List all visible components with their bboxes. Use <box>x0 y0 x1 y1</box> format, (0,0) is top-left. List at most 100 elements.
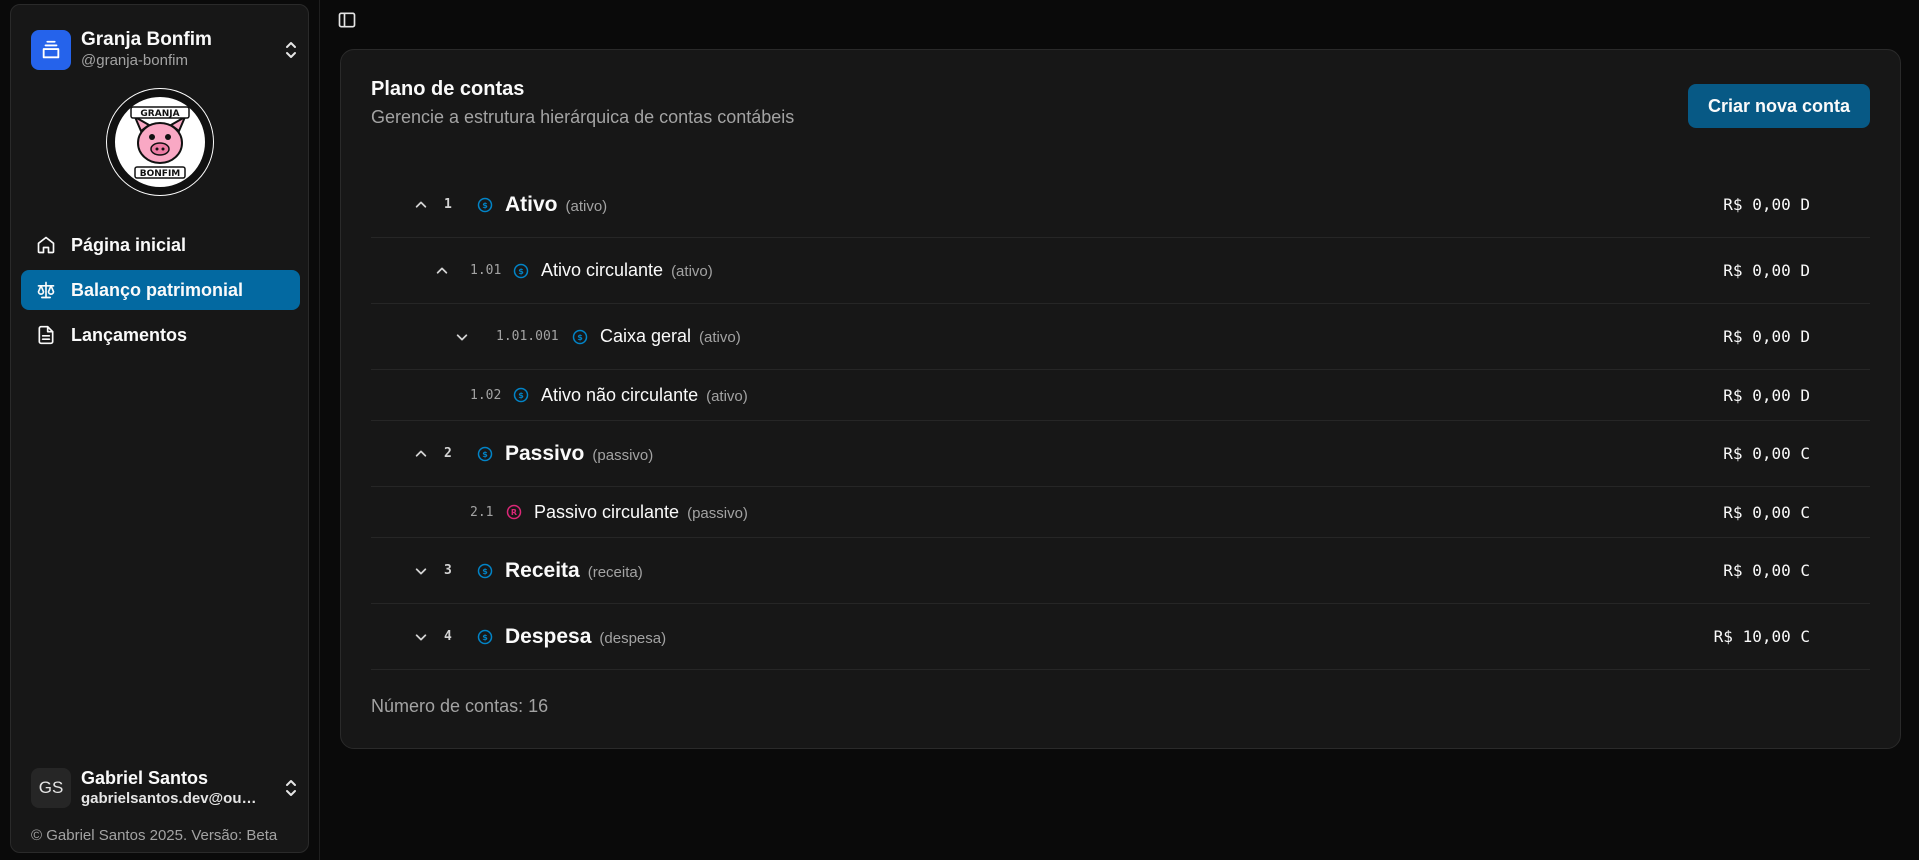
chevrons-up-down-icon[interactable] <box>281 38 301 62</box>
svg-text:$: $ <box>482 201 488 210</box>
svg-text:$: $ <box>482 633 488 642</box>
sidebar-toggle-icon[interactable] <box>337 10 359 32</box>
scale-icon <box>35 279 57 301</box>
account-type: (despesa) <box>599 629 667 647</box>
document-icon <box>35 324 57 346</box>
account-code: 1.01 <box>470 263 502 278</box>
account-name: Caixa geral (ativo) <box>600 326 741 347</box>
svg-text:R: R <box>511 508 517 517</box>
sidebar: Granja Bonfim @granja-bonfim GRANJA BONF… <box>10 4 309 853</box>
coin-icon: $ <box>513 387 529 403</box>
coin-icon: $ <box>513 263 529 279</box>
account-title: Passivo circulante <box>534 501 680 522</box>
nav-item-balance[interactable]: Balanço patrimonial <box>21 270 300 310</box>
svg-text:$: $ <box>482 567 488 576</box>
page-subtitle: Gerencie a estrutura hierárquica de cont… <box>371 107 795 127</box>
account-name: Ativo (ativo) <box>505 193 607 217</box>
account-row[interactable]: 3 $ Receita (receita) R$ 0,00 C <box>371 538 1870 604</box>
chevron-up-icon[interactable] <box>413 197 429 213</box>
avatar: GS <box>31 768 71 808</box>
svg-text:$: $ <box>518 391 524 400</box>
account-code: 1.01.001 <box>496 329 559 344</box>
user-email: gabrielsantos.dev@outlook.com <box>81 790 261 807</box>
chevron-down-icon[interactable] <box>454 329 470 345</box>
logo-bottom-text: BONFIM <box>140 169 181 179</box>
account-code: 3 <box>444 563 452 578</box>
user-menu[interactable]: GS Gabriel Santos gabrielsantos.dev@outl… <box>31 761 301 815</box>
footer-text: © Gabriel Santos 2025. Versão: Beta <box>31 827 278 844</box>
account-type: (passivo) <box>592 446 654 464</box>
coin-icon: $ <box>477 446 493 462</box>
logo-top-text: GRANJA <box>140 109 179 119</box>
org-icon <box>31 30 71 70</box>
org-handle: @granja-bonfim <box>81 52 188 69</box>
chevron-down-icon[interactable] <box>413 629 429 645</box>
org-switcher[interactable]: Granja Bonfim @granja-bonfim <box>31 23 301 77</box>
account-title: Ativo não circulante <box>541 384 699 405</box>
nav-label: Balanço patrimonial <box>71 279 244 300</box>
account-type: (passivo) <box>687 504 748 522</box>
account-name: Ativo circulante (ativo) <box>541 260 713 281</box>
svg-text:$: $ <box>482 450 488 459</box>
account-title: Passivo <box>505 441 585 465</box>
account-name: Passivo (passivo) <box>505 442 653 466</box>
account-amount: R$ 0,00 D <box>1723 261 1810 280</box>
account-amount: R$ 0,00 C <box>1723 444 1810 463</box>
nav-label: Página inicial <box>71 234 187 255</box>
account-type: (ativo) <box>699 329 741 346</box>
org-name: Granja Bonfim <box>81 29 212 50</box>
chevron-up-icon[interactable] <box>434 263 450 279</box>
account-amount: R$ 0,00 D <box>1723 195 1810 214</box>
coin-icon: $ <box>572 329 588 345</box>
account-row[interactable]: 1 $ Ativo (ativo) R$ 0,00 D <box>371 172 1870 238</box>
chevron-up-icon[interactable] <box>413 446 429 462</box>
accounts-count: Número de contas: 16 <box>371 696 549 716</box>
coin-icon: $ <box>477 629 493 645</box>
coin-icon: $ <box>477 197 493 213</box>
account-code: 4 <box>444 629 452 644</box>
chevrons-up-down-icon[interactable] <box>281 776 301 800</box>
account-row[interactable]: 1.02 $ Ativo não circulante (ativo) R$ 0,00 … <box>371 370 1870 421</box>
account-type: (ativo) <box>706 387 748 405</box>
coin-icon: $ <box>477 563 493 579</box>
account-row[interactable]: 4 $ Despesa (despesa) R$ 10,00 C <box>371 604 1870 670</box>
account-row[interactable]: 2.1 R Passivo circulante (passivo) R$ 0,00 C <box>371 487 1870 538</box>
page-title: Plano de contas <box>371 78 525 100</box>
nav-item-entries[interactable]: Lançamentos <box>21 315 300 355</box>
user-name: Gabriel Santos <box>81 768 209 788</box>
account-code: 2 <box>444 446 452 461</box>
account-title: Ativo <box>505 192 558 216</box>
home-icon <box>35 234 57 256</box>
account-amount: R$ 0,00 D <box>1723 327 1810 346</box>
account-row[interactable]: 1.01.001 $ Caixa geral (ativo) R$ 0,00 D <box>371 304 1870 370</box>
create-account-button[interactable]: Criar nova conta <box>1687 84 1870 128</box>
registered-icon: R <box>506 504 522 520</box>
nav-item-home[interactable]: Página inicial <box>21 225 300 265</box>
account-amount: R$ 0,00 D <box>1723 385 1810 405</box>
account-title: Receita <box>505 558 580 582</box>
account-type: (ativo) <box>565 197 608 215</box>
nav-label: Lançamentos <box>71 324 188 345</box>
account-title: Ativo circulante <box>541 260 664 280</box>
accounts-tree: 1 $ Ativo (ativo) R$ 0,00 D 1.01 $ Ativo circul… <box>371 172 1870 670</box>
sidebar-nav: Página inicial Balanço patrimonial Lança… <box>21 225 300 360</box>
account-type: (receita) <box>587 563 643 581</box>
account-row[interactable]: 2 $ Passivo (passivo) R$ 0,00 C <box>371 421 1870 487</box>
sidebar-region: Granja Bonfim @granja-bonfim GRANJA BONF… <box>0 0 320 860</box>
account-name: Ativo não circulante (ativo) <box>541 385 748 406</box>
chart-of-accounts-card: Plano de contas Gerencie a estrutura hie… <box>340 49 1901 749</box>
account-name: Receita (receita) <box>505 559 643 583</box>
chevron-down-icon[interactable] <box>413 563 429 579</box>
account-row[interactable]: 1.01 $ Ativo circulante (ativo) R$ 0,00 D <box>371 238 1870 304</box>
account-code: 1.02 <box>470 387 502 403</box>
svg-text:$: $ <box>518 267 524 276</box>
account-code: 1 <box>444 197 452 212</box>
account-amount: R$ 0,00 C <box>1723 561 1810 580</box>
account-title: Despesa <box>505 624 592 648</box>
farm-logo: GRANJA BONFIM <box>105 87 215 197</box>
account-amount: R$ 10,00 C <box>1713 627 1810 646</box>
svg-text:$: $ <box>577 333 583 342</box>
account-name: Despesa (despesa) <box>505 625 666 649</box>
account-type: (ativo) <box>671 263 713 280</box>
account-title: Caixa geral <box>600 326 692 346</box>
